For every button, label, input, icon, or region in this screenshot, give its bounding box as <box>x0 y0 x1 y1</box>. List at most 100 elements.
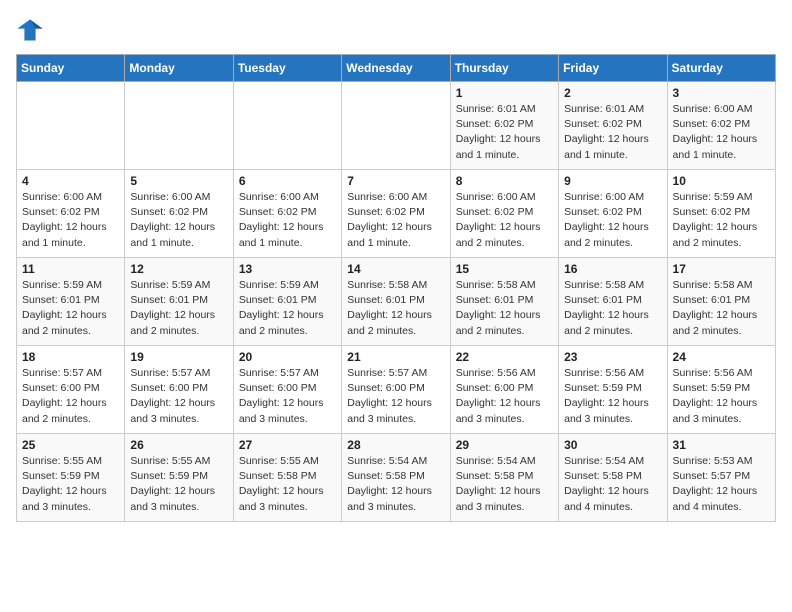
calendar-day-cell: 26 Sunrise: 5:55 AM Sunset: 5:59 PM Dayli… <box>125 434 233 522</box>
calendar-day-cell: 27 Sunrise: 5:55 AM Sunset: 5:58 PM Dayli… <box>233 434 341 522</box>
day-info: Sunrise: 6:00 AM Sunset: 6:02 PM Dayligh… <box>456 190 553 251</box>
day-number: 12 <box>130 262 227 276</box>
calendar-day-cell: 14 Sunrise: 5:58 AM Sunset: 6:01 PM Dayli… <box>342 258 450 346</box>
day-number: 16 <box>564 262 661 276</box>
calendar-day-cell <box>17 82 125 170</box>
day-info: Sunrise: 6:00 AM Sunset: 6:02 PM Dayligh… <box>347 190 444 251</box>
weekday-header-cell: Wednesday <box>342 55 450 82</box>
calendar-week-row: 18Sunrise: 5:57 AM Sunset: 6:00 PM Dayli… <box>17 346 776 434</box>
day-number: 13 <box>239 262 336 276</box>
calendar-day-cell <box>233 82 341 170</box>
calendar-week-row: 4 Sunrise: 6:00 AM Sunset: 6:02 PM Daylig… <box>17 170 776 258</box>
day-info: Sunrise: 6:00 AM Sunset: 6:02 PM Dayligh… <box>564 190 661 251</box>
day-info: Sunrise: 5:58 AM Sunset: 6:01 PM Dayligh… <box>347 278 444 339</box>
day-info: Sunrise: 5:57 AM Sunset: 6:00 PM Dayligh… <box>130 366 227 427</box>
day-info: Sunrise: 6:00 AM Sunset: 6:02 PM Dayligh… <box>673 102 770 163</box>
calendar-day-cell <box>125 82 233 170</box>
day-number: 24 <box>673 350 770 364</box>
day-number: 21 <box>347 350 444 364</box>
day-number: 23 <box>564 350 661 364</box>
day-number: 2 <box>564 86 661 100</box>
day-number: 25 <box>22 438 119 452</box>
day-number: 10 <box>673 174 770 188</box>
weekday-header-cell: Friday <box>559 55 667 82</box>
day-number: 20 <box>239 350 336 364</box>
day-number: 29 <box>456 438 553 452</box>
day-number: 26 <box>130 438 227 452</box>
calendar-week-row: 1 Sunrise: 6:01 AM Sunset: 6:02 PM Daylig… <box>17 82 776 170</box>
day-info: Sunrise: 5:53 AM Sunset: 5:57 PM Dayligh… <box>673 454 770 515</box>
calendar-day-cell: 29 Sunrise: 5:54 AM Sunset: 5:58 PM Dayli… <box>450 434 558 522</box>
day-info: Sunrise: 5:59 AM Sunset: 6:01 PM Dayligh… <box>22 278 119 339</box>
day-number: 1 <box>456 86 553 100</box>
day-number: 9 <box>564 174 661 188</box>
calendar-day-cell: 20 Sunrise: 5:57 AM Sunset: 6:00 PM Dayli… <box>233 346 341 434</box>
weekday-header-cell: Tuesday <box>233 55 341 82</box>
calendar-day-cell: 21 Sunrise: 5:57 AM Sunset: 6:00 PM Dayli… <box>342 346 450 434</box>
calendar-day-cell: 12 Sunrise: 5:59 AM Sunset: 6:01 PM Dayli… <box>125 258 233 346</box>
day-number: 4 <box>22 174 119 188</box>
calendar-day-cell: 4 Sunrise: 6:00 AM Sunset: 6:02 PM Daylig… <box>17 170 125 258</box>
calendar-day-cell: 16 Sunrise: 5:58 AM Sunset: 6:01 PM Dayli… <box>559 258 667 346</box>
weekday-header-cell: Thursday <box>450 55 558 82</box>
calendar-day-cell: 1 Sunrise: 6:01 AM Sunset: 6:02 PM Daylig… <box>450 82 558 170</box>
day-info: Sunrise: 5:54 AM Sunset: 5:58 PM Dayligh… <box>456 454 553 515</box>
calendar-day-cell: 30 Sunrise: 5:54 AM Sunset: 5:58 PM Dayli… <box>559 434 667 522</box>
day-info: Sunrise: 6:00 AM Sunset: 6:02 PM Dayligh… <box>239 190 336 251</box>
weekday-header-cell: Monday <box>125 55 233 82</box>
day-number: 31 <box>673 438 770 452</box>
day-info: Sunrise: 5:57 AM Sunset: 6:00 PM Dayligh… <box>347 366 444 427</box>
day-number: 8 <box>456 174 553 188</box>
day-info: Sunrise: 5:57 AM Sunset: 6:00 PM Dayligh… <box>239 366 336 427</box>
calendar-table: SundayMondayTuesdayWednesdayThursdayFrid… <box>16 54 776 522</box>
day-number: 14 <box>347 262 444 276</box>
weekday-header-cell: Saturday <box>667 55 775 82</box>
day-info: Sunrise: 5:55 AM Sunset: 5:58 PM Dayligh… <box>239 454 336 515</box>
calendar-day-cell: 25 Sunrise: 5:55 AM Sunset: 5:59 PM Dayli… <box>17 434 125 522</box>
day-info: Sunrise: 5:59 AM Sunset: 6:01 PM Dayligh… <box>130 278 227 339</box>
calendar-day-cell: 9 Sunrise: 6:00 AM Sunset: 6:02 PM Daylig… <box>559 170 667 258</box>
day-info: Sunrise: 5:58 AM Sunset: 6:01 PM Dayligh… <box>456 278 553 339</box>
day-number: 22 <box>456 350 553 364</box>
calendar-day-cell: 18Sunrise: 5:57 AM Sunset: 6:00 PM Dayli… <box>17 346 125 434</box>
day-info: Sunrise: 5:58 AM Sunset: 6:01 PM Dayligh… <box>564 278 661 339</box>
day-info: Sunrise: 6:01 AM Sunset: 6:02 PM Dayligh… <box>456 102 553 163</box>
calendar-day-cell: 7 Sunrise: 6:00 AM Sunset: 6:02 PM Daylig… <box>342 170 450 258</box>
day-info: Sunrise: 6:01 AM Sunset: 6:02 PM Dayligh… <box>564 102 661 163</box>
day-number: 6 <box>239 174 336 188</box>
page-header <box>16 16 776 44</box>
day-number: 19 <box>130 350 227 364</box>
calendar-day-cell: 15 Sunrise: 5:58 AM Sunset: 6:01 PM Dayli… <box>450 258 558 346</box>
day-info: Sunrise: 5:59 AM Sunset: 6:02 PM Dayligh… <box>673 190 770 251</box>
day-info: Sunrise: 6:00 AM Sunset: 6:02 PM Dayligh… <box>130 190 227 251</box>
day-number: 5 <box>130 174 227 188</box>
day-info: Sunrise: 5:56 AM Sunset: 5:59 PM Dayligh… <box>673 366 770 427</box>
calendar-day-cell: 6 Sunrise: 6:00 AM Sunset: 6:02 PM Daylig… <box>233 170 341 258</box>
day-number: 27 <box>239 438 336 452</box>
day-info: Sunrise: 6:00 AM Sunset: 6:02 PM Dayligh… <box>22 190 119 251</box>
day-info: Sunrise: 5:54 AM Sunset: 5:58 PM Dayligh… <box>347 454 444 515</box>
day-info: Sunrise: 5:54 AM Sunset: 5:58 PM Dayligh… <box>564 454 661 515</box>
calendar-day-cell <box>342 82 450 170</box>
calendar-week-row: 11 Sunrise: 5:59 AM Sunset: 6:01 PM Dayli… <box>17 258 776 346</box>
day-number: 15 <box>456 262 553 276</box>
day-number: 17 <box>673 262 770 276</box>
day-info: Sunrise: 5:55 AM Sunset: 5:59 PM Dayligh… <box>22 454 119 515</box>
logo <box>16 16 46 44</box>
calendar-week-row: 25 Sunrise: 5:55 AM Sunset: 5:59 PM Dayli… <box>17 434 776 522</box>
day-number: 3 <box>673 86 770 100</box>
day-number: 30 <box>564 438 661 452</box>
day-info: Sunrise: 5:55 AM Sunset: 5:59 PM Dayligh… <box>130 454 227 515</box>
calendar-day-cell: 19 Sunrise: 5:57 AM Sunset: 6:00 PM Dayli… <box>125 346 233 434</box>
day-info: Sunrise: 5:56 AM Sunset: 5:59 PM Dayligh… <box>564 366 661 427</box>
day-info: Sunrise: 5:57 AM Sunset: 6:00 PM Dayligh… <box>22 366 119 427</box>
weekday-header-cell: Sunday <box>17 55 125 82</box>
day-number: 7 <box>347 174 444 188</box>
day-info: Sunrise: 5:59 AM Sunset: 6:01 PM Dayligh… <box>239 278 336 339</box>
calendar-day-cell: 17Sunrise: 5:58 AM Sunset: 6:01 PM Dayli… <box>667 258 775 346</box>
calendar-day-cell: 24 Sunrise: 5:56 AM Sunset: 5:59 PM Dayli… <box>667 346 775 434</box>
day-number: 11 <box>22 262 119 276</box>
calendar-day-cell: 10 Sunrise: 5:59 AM Sunset: 6:02 PM Dayli… <box>667 170 775 258</box>
logo-bird-icon <box>16 16 44 44</box>
day-number: 28 <box>347 438 444 452</box>
